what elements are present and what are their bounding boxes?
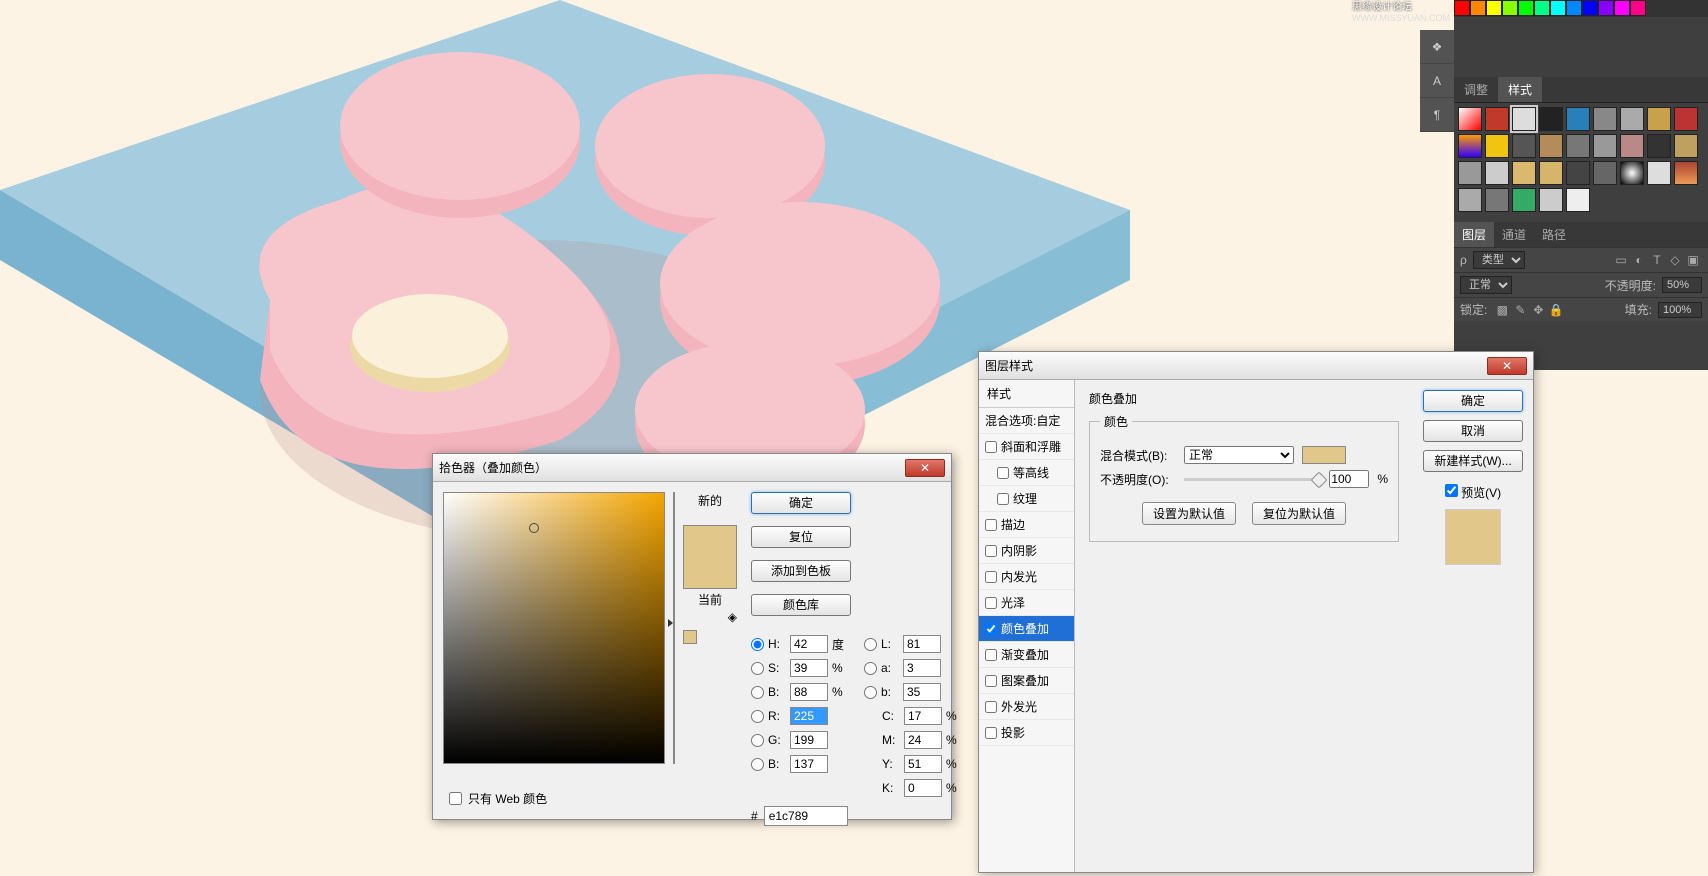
blending-options-row: 混合选项:自定	[979, 408, 1074, 434]
overlay-blend-select[interactable]: 正常	[1184, 446, 1294, 464]
overlay-color-chip[interactable]	[1302, 446, 1346, 464]
paths-tab[interactable]: 路径	[1534, 222, 1574, 247]
rb-radio[interactable]	[751, 758, 764, 771]
overlay-opacity-slider[interactable]	[1184, 478, 1321, 481]
m-input[interactable]	[904, 731, 942, 749]
a-radio[interactable]	[864, 662, 877, 675]
picker-library-button[interactable]: 颜色库	[751, 594, 851, 616]
color-picker-dialog: 拾色器（叠加颜色） ✕ 新的 当前 ◈ 确定 复位 添加到色板 颜色库	[432, 453, 952, 820]
gradient-overlay-row: 渐变叠加	[979, 642, 1074, 668]
inner-shadow-row: 内阴影	[979, 538, 1074, 564]
picker-title: 拾色器（叠加颜色）	[439, 459, 905, 476]
drop-shadow-row: 投影	[979, 720, 1074, 746]
ls-cancel-button[interactable]: 取消	[1423, 420, 1523, 442]
preview-checkbox[interactable]	[1445, 484, 1458, 497]
filter-type-icon[interactable]: T	[1649, 252, 1665, 268]
lb-radio[interactable]	[864, 686, 877, 699]
preview-new-current	[683, 525, 737, 589]
l-radio[interactable]	[864, 638, 877, 651]
layer-kind-select[interactable]: 类型	[1473, 251, 1525, 269]
h-radio[interactable]	[751, 638, 764, 651]
filter-adjust-icon[interactable]: ◐	[1631, 252, 1647, 268]
inner-glow-row: 内发光	[979, 564, 1074, 590]
c-input[interactable]	[904, 707, 942, 725]
ls-new-style-button[interactable]: 新建样式(W)...	[1423, 450, 1523, 472]
g-radio[interactable]	[751, 734, 764, 747]
color-field[interactable]	[443, 492, 665, 764]
color-ring-icon	[529, 523, 539, 533]
tool-icon-1: ❖	[1420, 30, 1454, 64]
opacity-input[interactable]	[1662, 277, 1702, 293]
ls-ok-button[interactable]: 确定	[1423, 390, 1523, 412]
picker-close-button[interactable]: ✕	[905, 459, 945, 477]
texture-row: 纹理	[979, 486, 1074, 512]
fill-input[interactable]	[1658, 302, 1702, 318]
reset-default-button[interactable]: 复位为默认值	[1252, 502, 1346, 525]
hue-slider[interactable]	[673, 492, 675, 764]
blend-mode-select[interactable]: 正常	[1460, 276, 1512, 294]
type-tool-icon: A	[1420, 64, 1454, 98]
web-only-checkbox[interactable]	[449, 792, 462, 805]
filter-image-icon[interactable]: ▭	[1613, 252, 1629, 268]
a-input[interactable]	[903, 659, 941, 677]
collapsed-tool-column[interactable]: ❖ A ¶	[1420, 30, 1454, 132]
close-button[interactable]: ✕	[1487, 357, 1527, 375]
layer-style-dialog: 图层样式 ✕ 样式 混合选项:自定 斜面和浮雕 等高线 纹理 描边 内阴影 内发…	[978, 351, 1534, 873]
satin-row: 光泽	[979, 590, 1074, 616]
k-input[interactable]	[904, 779, 942, 797]
filter-smart-icon[interactable]: ▣	[1685, 252, 1701, 268]
lock-pixels-icon[interactable]: ▩	[1494, 302, 1510, 318]
hex-input[interactable]	[764, 806, 848, 826]
r-radio[interactable]	[751, 710, 764, 723]
style-swatch-grid[interactable]	[1454, 103, 1708, 216]
r-input[interactable]	[790, 707, 828, 725]
l-input[interactable]	[903, 635, 941, 653]
y-input[interactable]	[904, 755, 942, 773]
set-default-button[interactable]: 设置为默认值	[1142, 502, 1236, 525]
rb-input[interactable]	[790, 755, 828, 773]
styles-tab[interactable]: 样式	[1498, 77, 1542, 102]
outer-glow-row: 外发光	[979, 694, 1074, 720]
s-radio[interactable]	[751, 662, 764, 675]
contour-row: 等高线	[979, 460, 1074, 486]
watermark-logo: 思缘设计论坛 WWW.MISSYUAN.COM	[1352, 0, 1450, 23]
mini-color-row	[1454, 0, 1708, 17]
bh-input[interactable]	[790, 683, 828, 701]
h-input[interactable]	[790, 635, 828, 653]
lock-position-icon[interactable]: ✎	[1512, 302, 1528, 318]
picker-reset-button[interactable]: 复位	[751, 526, 851, 548]
overlay-opacity-input[interactable]	[1329, 470, 1369, 488]
preview-swatch	[1445, 509, 1501, 565]
bevel-row: 斜面和浮雕	[979, 434, 1074, 460]
layers-tab[interactable]: 图层	[1454, 222, 1494, 247]
lock-all-icon[interactable]: 🔒	[1548, 302, 1564, 318]
pattern-overlay-row: 图案叠加	[979, 668, 1074, 694]
filter-shape-icon[interactable]: ◇	[1667, 252, 1683, 268]
stroke-row: 描边	[979, 512, 1074, 538]
s-input[interactable]	[790, 659, 828, 677]
lock-move-icon[interactable]: ✥	[1530, 302, 1546, 318]
nearest-web-swatch	[683, 630, 697, 644]
b-radio[interactable]	[751, 686, 764, 699]
section-heading: 颜色叠加	[1089, 390, 1399, 407]
channels-tab[interactable]: 通道	[1494, 222, 1534, 247]
paragraph-icon: ¶	[1420, 98, 1454, 132]
right-panels: 思缘设计论坛 WWW.MISSYUAN.COM ❖ A ¶ 调整 样式 图层 通…	[1454, 0, 1708, 370]
adjust-tab[interactable]: 调整	[1454, 77, 1498, 102]
color-overlay-row: 颜色叠加	[979, 616, 1074, 642]
picker-ok-button[interactable]: 确定	[751, 492, 851, 514]
g-input[interactable]	[790, 731, 828, 749]
style-effect-list[interactable]: 样式 混合选项:自定 斜面和浮雕 等高线 纹理 描边 内阴影 内发光 光泽 颜色…	[979, 380, 1075, 872]
layer-style-title: 图层样式	[985, 357, 1487, 374]
picker-add-swatch-button[interactable]: 添加到色板	[751, 560, 851, 582]
lb-input[interactable]	[903, 683, 941, 701]
